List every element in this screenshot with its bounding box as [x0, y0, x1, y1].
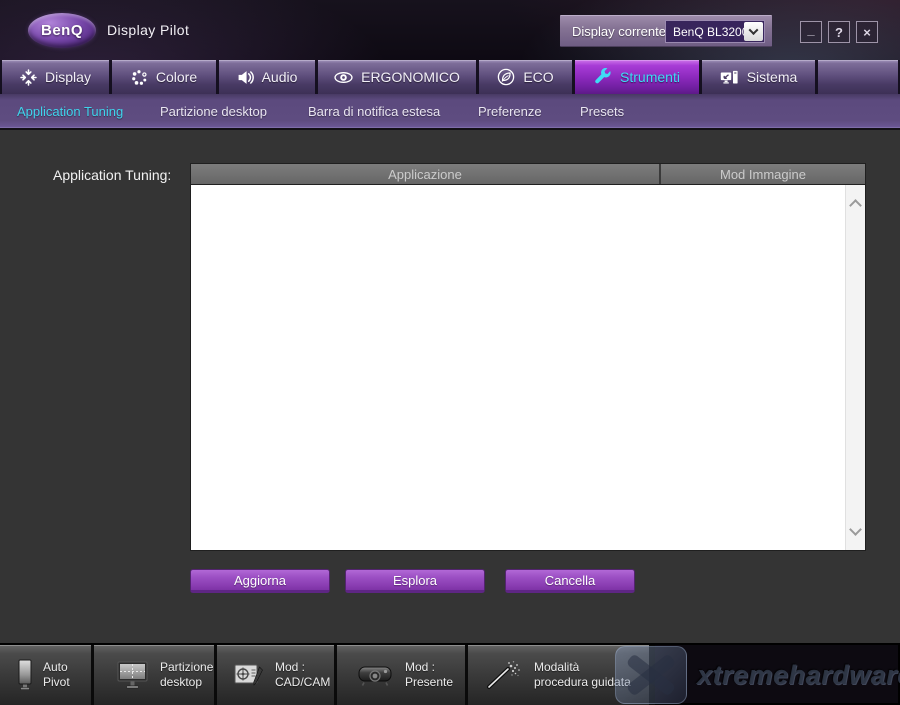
section-label: Application Tuning:: [53, 167, 171, 183]
display-model-value: BenQ BL3200: [673, 25, 748, 39]
column-header-mod-immagine[interactable]: Mod Immagine: [661, 164, 865, 184]
tab-sistema[interactable]: Sistema: [702, 60, 815, 94]
main-tab-bar: Display Colore: [0, 60, 900, 94]
tab-strumenti[interactable]: Strumenti: [575, 60, 699, 94]
subtab-barra-notifica[interactable]: Barra di notifica estesa: [308, 94, 440, 128]
subtab-presets[interactable]: Presets: [580, 94, 624, 128]
tab-label: Sistema: [747, 69, 798, 85]
display-pilot-window: BenQ Display Pilot Display corrente BenQ…: [0, 0, 900, 705]
tab-display[interactable]: Display: [2, 60, 109, 94]
scroll-up-icon[interactable]: [849, 199, 862, 212]
footer-item-label: Mod :CAD/CAM: [275, 660, 330, 690]
tab-label: ERGONOMICO: [361, 69, 460, 85]
tab-label: ECO: [523, 69, 553, 85]
footer-item-mod-presente[interactable]: Mod :Presente: [337, 645, 468, 705]
quick-mode-bar: AutoPivot Partizionedesktop: [0, 643, 900, 705]
application-table: Applicazione Mod Immagine: [190, 163, 866, 551]
display-current-label: Display corrente: [572, 24, 666, 39]
pivot-monitor-icon: [15, 659, 35, 691]
table-header-row: Applicazione Mod Immagine: [190, 163, 866, 185]
dropdown-button[interactable]: [744, 22, 763, 41]
tab-ergonomico[interactable]: ERGONOMICO: [318, 60, 476, 94]
vertical-scrollbar[interactable]: [845, 185, 865, 550]
footer-item-mod-cadcam[interactable]: Mod :CAD/CAM: [217, 645, 337, 705]
eye-icon: [334, 69, 353, 86]
tab-label: Display: [45, 69, 91, 85]
sub-tab-bar: Application Tuning Partizione desktop Ba…: [0, 94, 900, 130]
tab-colore[interactable]: Colore: [112, 60, 216, 94]
cancella-button[interactable]: Cancella: [505, 569, 635, 593]
minimize-button[interactable]: _: [800, 21, 822, 43]
content-panel: Application Tuning: Applicazione Mod Imm…: [0, 130, 900, 643]
footer-item-modalita-guidata[interactable]: Modalitàprocedura guidata: [468, 645, 652, 705]
eco-leaf-icon: [497, 68, 515, 86]
tab-audio[interactable]: Audio: [219, 60, 315, 94]
scroll-down-icon[interactable]: [849, 523, 862, 536]
footer-filler: [652, 645, 655, 705]
speaker-icon: [237, 69, 254, 86]
footer-item-partizione-desktop[interactable]: Partizionedesktop: [94, 645, 217, 705]
wizard-wand-icon: [486, 660, 522, 690]
footer-item-label: Partizionedesktop: [160, 660, 213, 690]
table-body-empty[interactable]: [190, 185, 866, 551]
tab-bar-filler: [818, 60, 898, 94]
footer-item-label: Modalitàprocedura guidata: [534, 660, 631, 690]
collapse-arrows-icon: [20, 69, 37, 86]
footer-item-label: AutoPivot: [43, 660, 70, 690]
display-model-dropdown[interactable]: BenQ BL3200: [665, 20, 765, 43]
benq-logo-text: BenQ: [41, 22, 83, 39]
subtab-application-tuning[interactable]: Application Tuning: [17, 94, 123, 128]
help-button[interactable]: ?: [828, 21, 850, 43]
cad-cam-icon: [233, 661, 265, 689]
chevron-down-icon: [749, 25, 759, 35]
display-current-panel: Display corrente BenQ BL3200: [560, 15, 772, 47]
column-header-applicazione[interactable]: Applicazione: [191, 164, 661, 184]
presentation-icon: [357, 663, 393, 687]
window-controls: _ ? ×: [800, 21, 878, 43]
color-dots-icon: [131, 69, 148, 86]
close-button[interactable]: ×: [856, 21, 878, 43]
watermark-text: xtremehardware.com: [697, 660, 900, 691]
benq-logo: BenQ: [28, 13, 96, 48]
aggiorna-button[interactable]: Aggiorna: [190, 569, 330, 593]
footer-item-auto-pivot[interactable]: AutoPivot: [0, 645, 94, 705]
action-buttons: Aggiorna Esplora Cancella: [190, 569, 866, 593]
system-monitor-icon: [720, 69, 739, 86]
esplora-button[interactable]: Esplora: [345, 569, 485, 593]
tab-label: Audio: [262, 69, 298, 85]
tab-label: Strumenti: [620, 69, 680, 85]
desktop-partition-icon: [116, 660, 150, 690]
tab-eco[interactable]: ECO: [479, 60, 572, 94]
subtab-partizione-desktop[interactable]: Partizione desktop: [160, 94, 267, 128]
footer-item-label: Mod :Presente: [405, 660, 453, 690]
subtab-preferenze[interactable]: Preferenze: [478, 94, 542, 128]
wrench-icon: [594, 68, 612, 86]
title-bar: BenQ Display Pilot Display corrente BenQ…: [0, 0, 900, 60]
app-title: Display Pilot: [107, 0, 189, 60]
watermark: xtremehardware.com: [615, 645, 900, 705]
tab-label: Colore: [156, 69, 197, 85]
